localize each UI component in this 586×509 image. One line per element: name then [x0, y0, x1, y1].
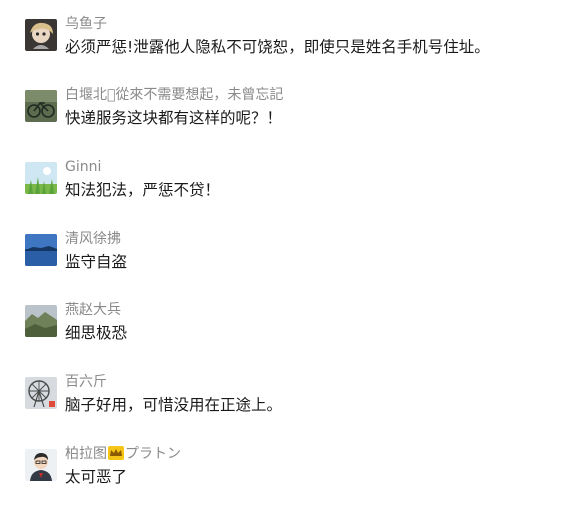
cartoon-man-avatar-image — [25, 449, 57, 481]
comment-nickname: 燕赵大兵 — [65, 302, 121, 318]
comment-text: 脑子好用，可惜没用在正途上。 — [65, 396, 283, 414]
user-avatar[interactable] — [25, 162, 57, 194]
comment-nickname: 白堰北 從來不需要想起，未曾忘記 — [65, 87, 284, 103]
comment-text: 监守自盗 — [65, 253, 128, 271]
nickname-main: 柏拉图 — [65, 446, 107, 462]
comment-list-page: { "comments": [ { "nickname": "乌鱼子", "co… — [0, 0, 586, 509]
comment-text: 太可恶了 — [65, 468, 128, 486]
comment-nickname: 清风徐拂 — [65, 231, 121, 247]
user-avatar[interactable] — [25, 90, 57, 122]
grass-avatar-image — [25, 162, 57, 194]
user-avatar[interactable] — [25, 19, 57, 51]
comment-text: 知法犯法，严惩不贷！ — [65, 181, 221, 199]
comment-item: 柏拉图 プラトン 太可恶了 — [25, 445, 575, 495]
comment-item: 清风徐拂 监守自盗 — [25, 230, 575, 280]
lake-avatar-image — [25, 234, 57, 266]
user-avatar[interactable] — [25, 234, 57, 266]
bicycle-avatar-image — [25, 90, 57, 122]
comment-text: 必须严惩!泄露他人隐私不可饶恕，即使只是姓名手机号住址。 — [65, 38, 490, 56]
comment-item: 乌鱼子 必须严惩!泄露他人隐私不可饶恕，即使只是姓名手机号住址。 — [25, 15, 575, 65]
comment-item: 白堰北 從來不需要想起，未曾忘記 快递服务这块都有这样的呢？！ — [25, 86, 575, 136]
mountain-avatar-image — [25, 305, 57, 337]
comment-text: 快递服务这块都有这样的呢？！ — [65, 109, 283, 127]
user-avatar[interactable] — [25, 449, 57, 481]
doll-avatar-image — [25, 19, 57, 51]
comment-item: Ginni 知法犯法，严惩不贷！ — [25, 158, 575, 208]
comment-text: 细思极恐 — [65, 324, 128, 342]
comment-nickname: 柏拉图 プラトン — [65, 445, 181, 465]
comment-nickname: Ginni — [65, 159, 102, 175]
comment-item: 百六斤 脑子好用，可惜没用在正途上。 — [25, 373, 575, 423]
ferris-wheel-avatar-image — [25, 377, 57, 409]
comment-nickname: 百六斤 — [65, 374, 107, 390]
user-avatar[interactable] — [25, 377, 57, 409]
user-avatar[interactable] — [25, 305, 57, 337]
comment-nickname: 乌鱼子 — [65, 16, 107, 32]
crown-icon — [108, 446, 124, 465]
comment-item: 燕赵大兵 细思极恐 — [25, 301, 575, 351]
nickname-suffix: プラトン — [125, 446, 181, 462]
